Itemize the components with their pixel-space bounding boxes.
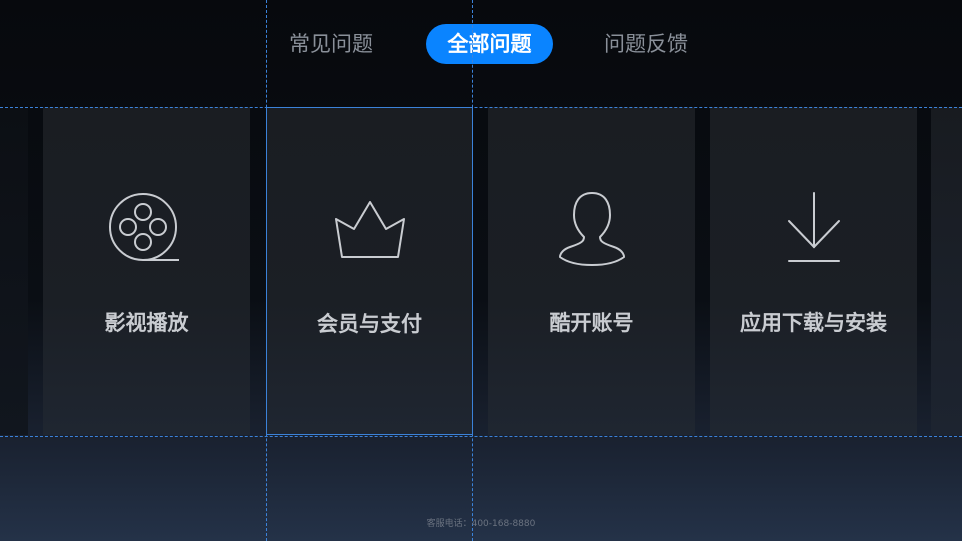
tab-feedback[interactable]: 问题反馈: [604, 24, 688, 64]
focus-guide-left: [266, 0, 267, 541]
card-coocaa-account[interactable]: 酷开账号: [488, 107, 695, 435]
card-app-download-install[interactable]: 应用下载与安装: [710, 107, 917, 435]
customer-service-hotline: 客服电话：400-168-8880: [426, 519, 536, 529]
card-label: 应用下载与安装: [740, 311, 887, 335]
focus-guide-top: [0, 107, 962, 108]
card-label: 影视播放: [104, 311, 189, 335]
card-video-playback[interactable]: 影视播放: [43, 107, 250, 435]
tab-faq[interactable]: 常见问题: [289, 24, 373, 64]
user-icon: [552, 191, 632, 271]
card-partial-left[interactable]: [0, 107, 28, 435]
tab-bar: 常见问题 全部问题 问题反馈: [0, 24, 962, 64]
card-membership-payment[interactable]: 会员与支付: [266, 107, 473, 435]
card-label: 会员与支付: [317, 312, 422, 336]
focus-guide-right: [472, 0, 473, 541]
tab-all-questions[interactable]: 全部问题: [426, 24, 553, 64]
download-icon: [774, 191, 854, 271]
card-partial-right[interactable]: [931, 107, 962, 435]
crown-icon: [330, 192, 410, 272]
card-label: 酷开账号: [549, 311, 634, 335]
focus-guide-bottom: [0, 436, 962, 437]
film-reel-icon: [107, 191, 187, 271]
